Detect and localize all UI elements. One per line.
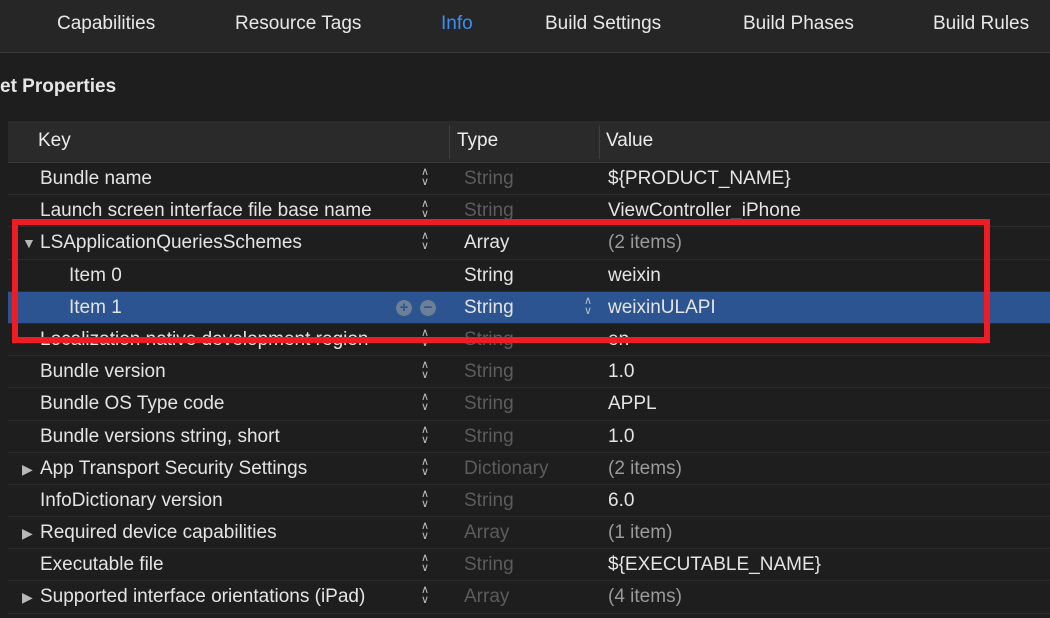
key-stepper-icon[interactable]: ∧ ∨ [417,521,433,545]
key-cell[interactable]: LSApplicationQueriesSchemes [40,232,302,254]
table-row[interactable]: Launch screen interface file base name ∧ ∨… [8,195,1050,228]
table-row[interactable]: Bundle name ∧ ∨ String ${PRODUCT_NAME} [8,163,1050,196]
key-stepper-icon[interactable]: ∧ ∨ [417,488,433,513]
table-row[interactable]: ▶ App Transport Security Settings ∧ ∨ Dictio… [8,453,1050,485]
tab-build-rules[interactable]: Build Rules [933,13,1029,35]
disclosure-triangle-right-icon[interactable]: ▶ [22,461,33,478]
table-row[interactable]: ▼ LSApplicationQueriesSchemes ∧ ∨ Array (2 it… [8,227,1050,260]
type-cell[interactable]: String [464,297,514,319]
key-cell[interactable]: Bundle version [40,361,166,383]
key-stepper-icon[interactable]: ∧ ∨ [417,553,433,577]
key-stepper-icon[interactable]: ∧ ∨ [417,167,433,191]
table-row[interactable]: Bundle OS Type code ∧ ∨ String APPL [8,388,1050,421]
type-cell[interactable]: Array [464,522,509,544]
key-stepper-icon[interactable]: ∧ ∨ [417,392,433,416]
table-row[interactable]: Executable file ∧ ∨ String ${EXECUTABLE_NAME… [8,549,1050,582]
table-row[interactable]: Bundle version ∧ ∨ String 1.0 [8,356,1050,389]
key-cell[interactable]: Bundle OS Type code [40,393,225,415]
value-cell[interactable]: (4 items) [608,586,682,608]
key-stepper-icon[interactable]: ∧ ∨ [417,199,433,223]
table-row[interactable]: Item 0 String weixin [8,260,1050,292]
value-cell[interactable]: 1.0 [608,361,634,383]
table-row[interactable]: ▶ Supported interface orientations (iPad)… [8,581,1050,614]
tab-resource-tags[interactable]: Resource Tags [235,13,361,35]
disclosure-triangle-right-icon[interactable]: ▶ [22,525,33,542]
key-stepper-icon[interactable]: ∧ ∨ [417,585,433,609]
table-row[interactable]: InfoDictionary version ∧ ∨ String 6.0 [8,485,1050,518]
type-stepper-icon[interactable]: ∧ ∨ [580,295,596,320]
column-header-type[interactable]: Type [457,130,498,152]
key-cell[interactable]: Supported interface orientations (iPad) [40,586,365,608]
type-cell[interactable]: String [464,265,514,287]
value-cell[interactable]: (2 items) [608,232,682,254]
key-stepper-icon[interactable]: ∧ ∨ [417,231,433,255]
key-stepper-icon[interactable]: ∧ ∨ [417,424,433,449]
column-header-value[interactable]: Value [606,130,653,152]
tab-build-settings[interactable]: Build Settings [545,13,661,35]
add-item-icon[interactable]: + [396,299,412,316]
remove-item-icon[interactable]: − [420,299,436,316]
key-stepper-icon[interactable]: ∧ ∨ [417,327,433,352]
value-cell[interactable]: 6.0 [608,490,634,512]
column-divider[interactable] [449,125,450,159]
value-cell[interactable]: ${PRODUCT_NAME} [608,168,791,190]
tab-info[interactable]: Info [441,13,473,35]
type-cell[interactable]: Array [464,586,509,608]
key-cell[interactable]: App Transport Security Settings [40,458,307,480]
editor-tab-bar: Capabilities Resource Tags Info Build Se… [0,0,1050,53]
value-cell[interactable]: weixinULAPI [608,297,716,319]
type-cell[interactable]: String [464,361,514,383]
key-cell[interactable]: Launch screen interface file base name [40,200,372,222]
value-cell[interactable]: (1 item) [608,522,672,544]
key-cell[interactable]: Required device capabilities [40,522,277,544]
value-cell[interactable]: en [608,329,629,351]
key-stepper-icon[interactable]: ∧ ∨ [417,360,433,384]
key-cell[interactable]: InfoDictionary version [40,490,223,512]
type-cell[interactable]: String [464,200,514,222]
type-cell[interactable]: String [464,329,514,351]
value-cell[interactable]: 1.0 [608,426,634,448]
section-title: et Properties [0,76,117,97]
key-cell[interactable]: Bundle name [40,168,152,190]
value-cell[interactable]: APPL [608,393,657,415]
column-header-key[interactable]: Key [38,130,71,152]
key-stepper-icon[interactable]: ∧ ∨ [417,456,433,481]
tab-capabilities[interactable]: Capabilities [57,13,155,35]
type-cell[interactable]: Dictionary [464,458,548,480]
value-cell[interactable]: weixin [608,265,661,287]
key-cell[interactable]: Executable file [40,554,164,576]
key-cell[interactable]: Item 0 [69,265,122,287]
tab-build-phases[interactable]: Build Phases [743,13,854,35]
table-body: Bundle name ∧ ∨ String ${PRODUCT_NAME} Launch… [8,163,1050,614]
key-cell[interactable]: Localization native development region [40,329,369,351]
disclosure-triangle-right-icon[interactable]: ▶ [22,589,33,606]
table-row[interactable]: ▶ Required device capabilities ∧ ∨ Array (1 i… [8,517,1050,550]
column-divider[interactable] [599,125,600,159]
value-cell[interactable]: (2 items) [608,458,682,480]
table-header: Key Type Value [8,121,1050,163]
type-cell[interactable]: String [464,426,514,448]
table-row[interactable]: Bundle versions string, short ∧ ∨ String 1.0 [8,421,1050,453]
key-cell[interactable]: Bundle versions string, short [40,426,280,448]
type-cell[interactable]: Array [464,232,509,254]
table-row[interactable]: Item 1 + − String ∧ ∨ weixinULAPI [8,291,1050,324]
type-cell[interactable]: String [464,168,514,190]
key-cell[interactable]: Item 1 [69,297,122,319]
disclosure-triangle-down-icon[interactable]: ▼ [22,235,36,251]
value-cell[interactable]: ViewController_iPhone [608,200,801,222]
table-row[interactable]: Localization native development region ∧ ∨… [8,324,1050,357]
type-cell[interactable]: String [464,393,514,415]
type-cell[interactable]: String [464,490,514,512]
type-cell[interactable]: String [464,554,514,576]
property-list-table: Key Type Value Bundle name ∧ ∨ String ${PROD… [8,121,1050,618]
value-cell[interactable]: ${EXECUTABLE_NAME} [608,554,821,576]
